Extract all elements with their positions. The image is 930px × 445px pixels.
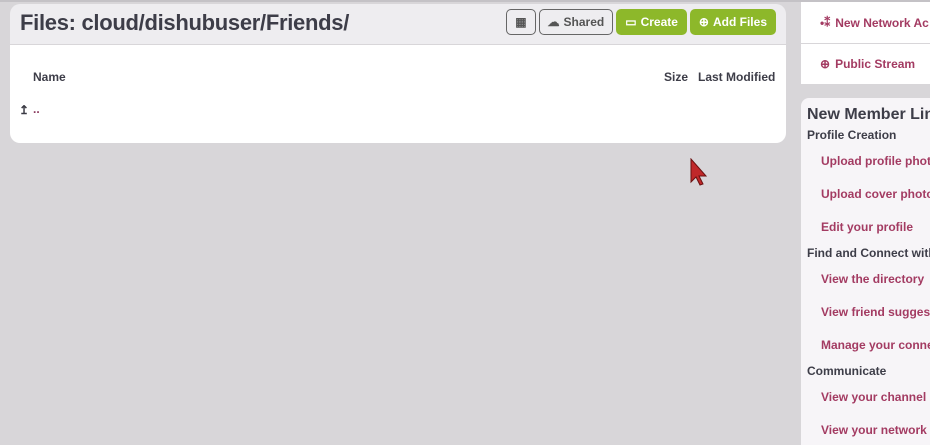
- column-size[interactable]: Size: [664, 70, 688, 84]
- parent-directory-link[interactable]: ..: [33, 102, 40, 116]
- plus-circle-icon: ⊕: [698, 15, 709, 29]
- network-icon: •⁑: [820, 15, 831, 30]
- column-last-modified[interactable]: Last Modified: [698, 70, 775, 84]
- view-network-link[interactable]: View your network s: [807, 423, 930, 445]
- widget-title: New Member Lin: [807, 106, 930, 123]
- shared-button[interactable]: ☁ Shared: [538, 9, 614, 35]
- mouse-cursor-icon: [690, 158, 708, 186]
- page-title: Files: cloud/dishubuser/Friends/: [20, 10, 350, 35]
- globe-icon: ⊕: [820, 57, 831, 71]
- friend-suggestions-link[interactable]: View friend suggest: [807, 305, 930, 338]
- column-name[interactable]: Name: [33, 70, 66, 84]
- add-files-button[interactable]: ⊕ Add Files: [689, 9, 776, 35]
- view-directory-link[interactable]: View the directory: [807, 272, 930, 305]
- level-up-icon: ↥: [19, 103, 30, 117]
- section-label: Communicate: [807, 364, 887, 378]
- upload-cover-photo-link[interactable]: Upload cover photo: [807, 187, 930, 220]
- sidebar-item-new-network[interactable]: •⁑ New Network Ac: [801, 2, 930, 43]
- section-label: Profile Creation: [807, 128, 897, 142]
- section-label: Find and Connect with: [807, 246, 930, 260]
- files-header: Files: cloud/dishubuser/Friends/ ▦ ☁ Shar…: [10, 4, 786, 44]
- sidebar-item-public-stream[interactable]: ⊕ Public Stream: [801, 44, 930, 84]
- create-button[interactable]: ▭ Create: [616, 9, 687, 35]
- grid-view-button[interactable]: ▦: [506, 9, 536, 35]
- upload-profile-photo-link[interactable]: Upload profile photo: [807, 154, 930, 187]
- view-channel-link[interactable]: View your channel h: [807, 390, 930, 423]
- file-list: Name Size Last Modified ↥ ..: [10, 45, 786, 143]
- table-icon: ▦: [515, 15, 527, 29]
- top-border: [0, 0, 930, 2]
- cloud-icon: ☁: [547, 15, 560, 29]
- manage-connections-link[interactable]: Manage your conne: [807, 338, 930, 364]
- folder-icon: ▭: [625, 15, 637, 29]
- new-member-links-widget: New Member Lin Profile Creation Upload p…: [801, 98, 930, 445]
- edit-profile-link[interactable]: Edit your profile: [807, 220, 930, 246]
